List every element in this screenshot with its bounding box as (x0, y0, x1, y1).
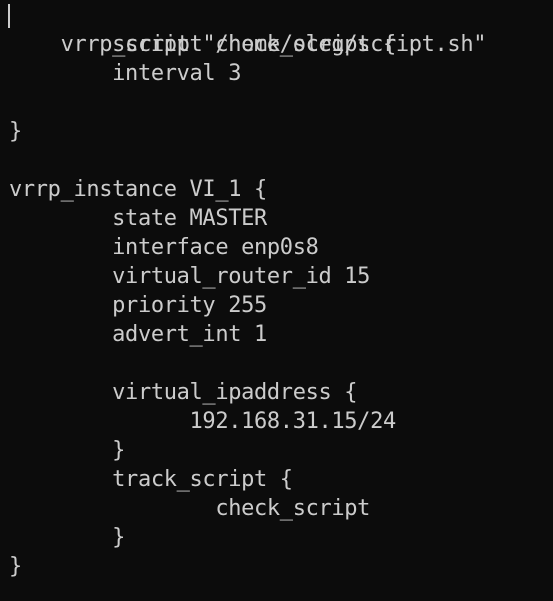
code-line-2: script "/home/oleg/script.sh" (9, 32, 487, 57)
code-line-14: virtual_ipaddress { (9, 380, 358, 405)
code-line-8: state MASTER (9, 206, 267, 231)
code-line-19: } (9, 525, 126, 550)
code-line-3: interval 3 (9, 61, 242, 86)
code-line-17: track_script { (9, 467, 293, 492)
text-cursor (8, 4, 10, 28)
code-line-9: interface enp0s8 (9, 235, 319, 260)
code-line-15: 192.168.31.15/24 (9, 409, 397, 434)
code-line-1: vrrp_script check_script { (0, 1, 553, 57)
code-line-16: } (9, 438, 126, 463)
code-line-20: } (9, 554, 22, 579)
code-line-11: priority 255 (9, 293, 267, 318)
code-line-7: vrrp_instance VI_1 { (9, 177, 267, 202)
code-line-5: } (9, 119, 22, 144)
terminal-window[interactable]: vrrp_script check_script { script "/home… (0, 0, 553, 601)
code-line-12: advert_int 1 (9, 322, 267, 347)
code-line-18: check_script (9, 496, 371, 521)
code-line-10: virtual_router_id 15 (9, 264, 371, 289)
